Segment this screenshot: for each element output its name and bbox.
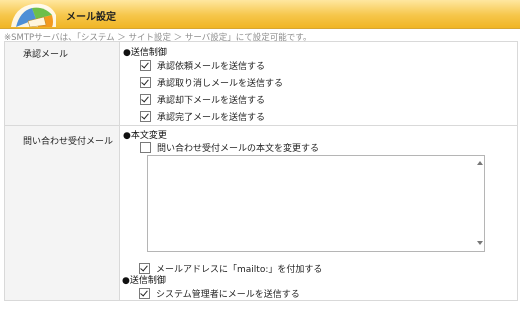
- mail-settings-logo-icon: [11, 3, 56, 27]
- approval-cancel-option[interactable]: 承認取り消しメールを送信する: [140, 76, 283, 89]
- approval-request-checkbox[interactable]: [140, 60, 151, 71]
- page-header: メール設定: [0, 0, 520, 29]
- inquiry-body-textarea[interactable]: [147, 155, 485, 252]
- approval-complete-checkbox[interactable]: [140, 111, 151, 122]
- inquiry-mail-label: 問い合わせ受付メール: [23, 137, 114, 147]
- approval-reject-checkbox[interactable]: [140, 94, 151, 105]
- scroll-up-arrow-icon[interactable]: [477, 161, 483, 165]
- approval-cancel-checkbox[interactable]: [140, 77, 151, 88]
- approval-mail-label: 承認メール: [23, 50, 69, 60]
- send-admin-option[interactable]: システム管理者にメールを送信する: [139, 287, 300, 300]
- approval-complete-option[interactable]: 承認完了メールを送信する: [140, 110, 265, 123]
- page-title: メール設定: [66, 12, 116, 23]
- mailto-option[interactable]: メールアドレスに「mailto:」を付加する: [139, 262, 322, 275]
- inquiry-mail-label-cell: 問い合わせ受付メール: [5, 126, 120, 300]
- send-admin-checkbox[interactable]: [139, 288, 150, 299]
- change-body-option[interactable]: 問い合わせ受付メールの本文を変更する: [140, 141, 319, 154]
- change-body-checkbox[interactable]: [140, 142, 151, 153]
- approval-request-option[interactable]: 承認依頼メールを送信する: [140, 59, 265, 72]
- approval-send-control-heading: ●送信制御: [123, 48, 167, 58]
- scroll-down-arrow-icon[interactable]: [477, 241, 483, 245]
- send-control-heading: ●送信制御: [122, 276, 166, 286]
- approval-mail-label-cell: 承認メール: [5, 42, 120, 126]
- approval-reject-option[interactable]: 承認却下メールを送信する: [140, 93, 265, 106]
- body-change-heading: ●本文変更: [123, 131, 167, 141]
